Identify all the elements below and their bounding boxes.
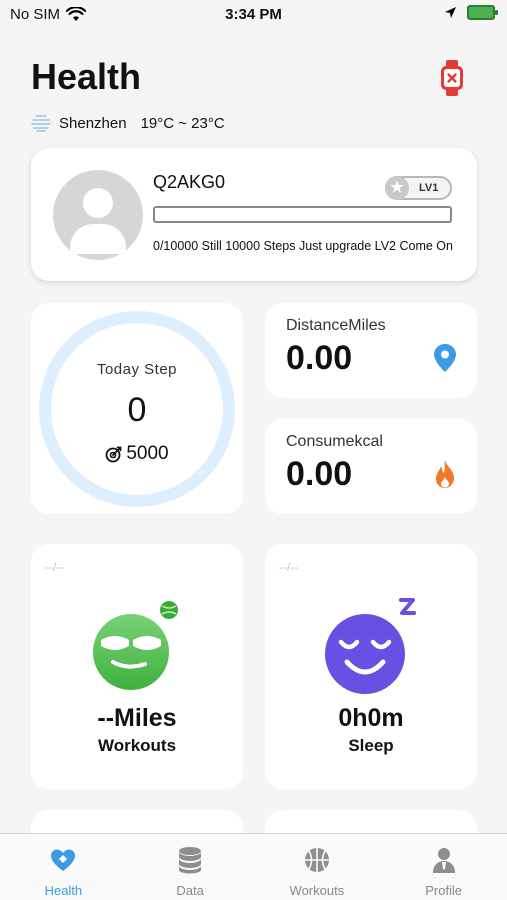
weather-info: Shenzhen 19°C ~ 23°C (31, 114, 225, 132)
heart-icon (51, 849, 76, 871)
flame-icon (435, 460, 455, 488)
status-bar: No SIM 3:34 PM (0, 0, 507, 30)
tab-health-label: Health (44, 883, 83, 898)
steps-label: Today Step (96, 361, 178, 378)
tab-workouts-label: Workouts (289, 883, 345, 898)
steps-goal-value: 5000 (126, 443, 169, 464)
calories-value: 0.00 (286, 455, 353, 493)
sleep-value: 0h0m (338, 704, 404, 732)
database-icon (179, 847, 202, 874)
tab-profile[interactable]: Profile (380, 834, 507, 900)
fog-weather-icon (31, 115, 51, 132)
person-icon (432, 848, 455, 873)
sleep-tile[interactable]: --/-- 0h0m Sleep (265, 544, 477, 789)
tab-data[interactable]: Data (127, 834, 254, 900)
upgrade-message: 0/10000 Still 10000 Steps Just upgrade L… (153, 239, 453, 253)
distance-value: 0.00 (286, 339, 353, 377)
status-time: 3:34 PM (225, 6, 282, 23)
location-arrow-icon (445, 7, 456, 18)
tab-bar: Health Data Workouts Profile (0, 833, 507, 900)
level-progress-bar (153, 206, 452, 223)
tab-workouts[interactable]: Workouts (254, 834, 381, 900)
distance-card[interactable]: DistanceMiles 0.00 (265, 303, 477, 398)
sleep-date: --/-- (279, 560, 299, 574)
workouts-face-icon (93, 601, 178, 690)
star-icon: ★ (385, 176, 409, 200)
calories-label: Consumekcal (286, 433, 383, 450)
tab-health[interactable]: Health (0, 834, 127, 900)
steps-value: 0 (127, 391, 147, 429)
weather-temperature: 19°C ~ 23°C (140, 114, 225, 132)
avatar[interactable] (53, 170, 143, 260)
workouts-tile[interactable]: --/-- --Miles Workouts (31, 544, 243, 789)
watch-disconnected-icon[interactable] (440, 60, 464, 96)
distance-label: DistanceMiles (286, 317, 386, 334)
sleep-face-icon (325, 598, 416, 694)
page-title: Health (31, 56, 142, 97)
avatar-head (83, 188, 113, 218)
workouts-name: Workouts (97, 736, 177, 755)
sleep-name: Sleep (348, 736, 394, 755)
tab-data-label: Data (176, 883, 204, 898)
status-right (444, 5, 498, 20)
profile-card[interactable]: Q2AKG0 ★ LV1 0/10000 Still 10000 Steps J… (31, 148, 477, 281)
username: Q2AKG0 (153, 172, 226, 192)
steps-goal: 5000 (31, 443, 243, 465)
tab-profile-label: Profile (425, 883, 463, 898)
workouts-value: --Miles (97, 704, 177, 732)
location-pin-icon (434, 344, 456, 372)
steps-card[interactable]: Today Step 0 5000 (31, 303, 243, 514)
target-icon (105, 446, 122, 463)
calories-card[interactable]: Consumekcal 0.00 (265, 419, 477, 514)
battery-icon (467, 5, 498, 20)
workouts-date: --/-- (45, 560, 65, 574)
level-badge: ★ LV1 (385, 176, 452, 200)
level-label: LV1 (419, 182, 439, 194)
avatar-body (70, 224, 126, 254)
weather-city: Shenzhen (59, 114, 127, 132)
basketball-icon (304, 848, 329, 872)
